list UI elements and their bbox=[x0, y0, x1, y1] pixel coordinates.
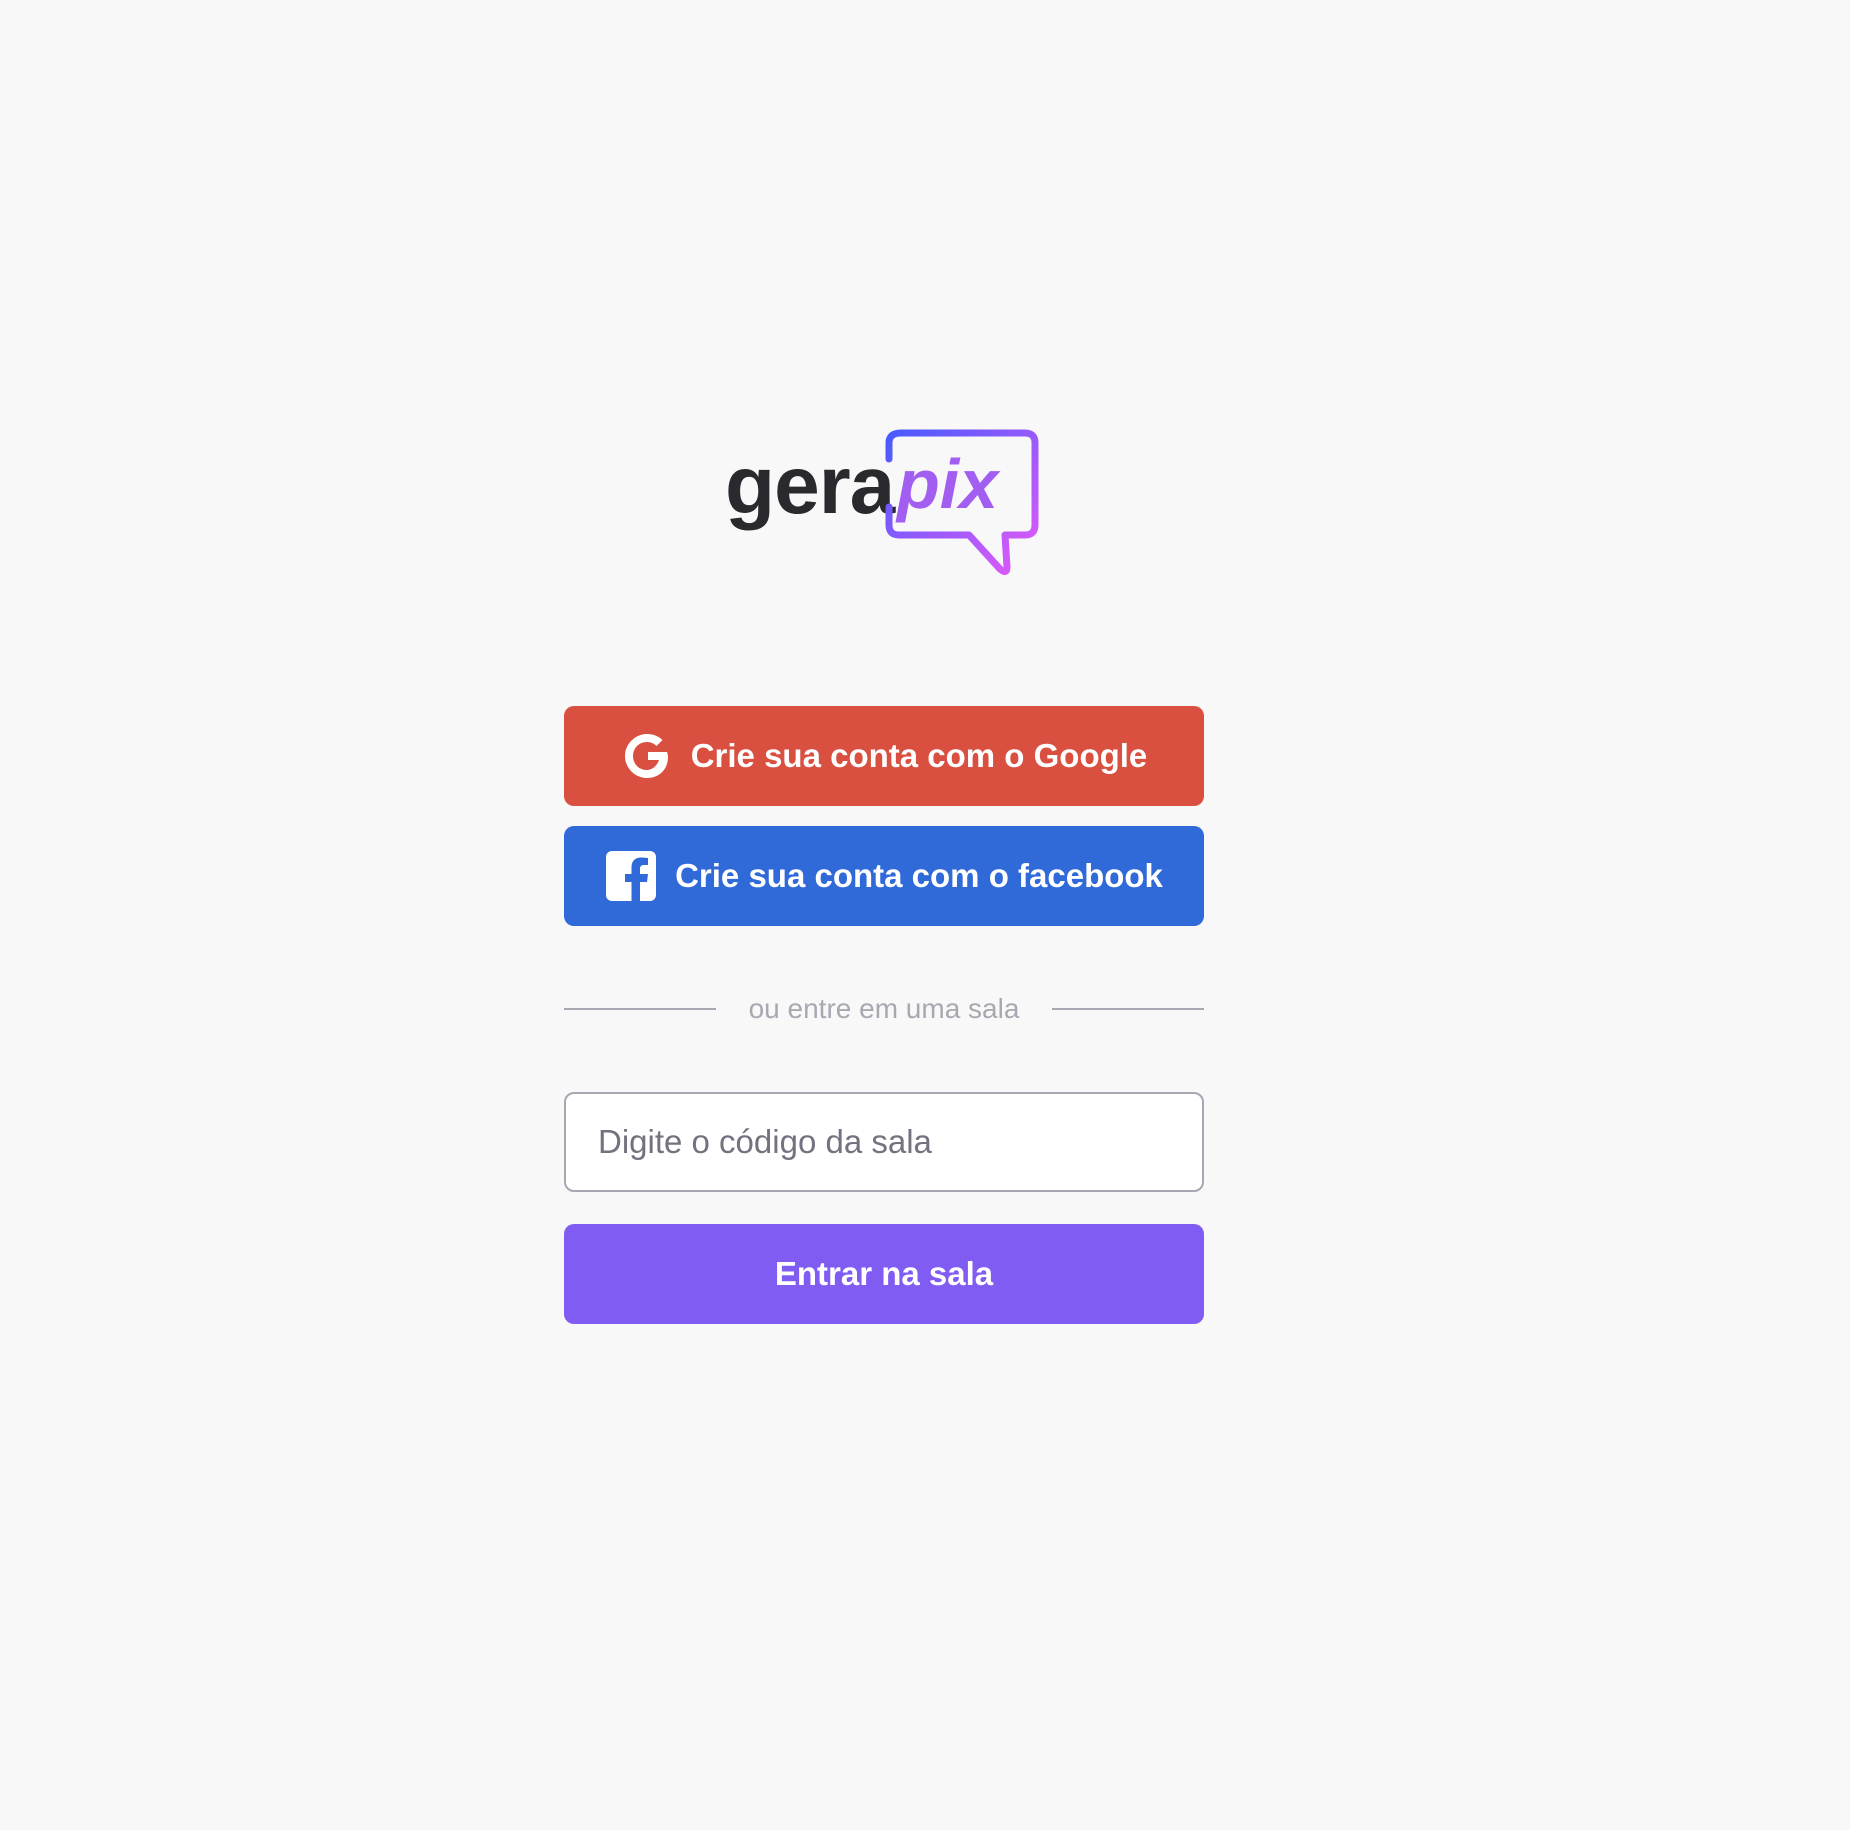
facebook-signup-button[interactable]: Crie sua conta com o facebook bbox=[564, 826, 1204, 926]
separator-line-right bbox=[1052, 1008, 1204, 1010]
separator: ou entre em uma sala bbox=[564, 992, 1204, 1026]
enter-room-button[interactable]: Entrar na sala bbox=[564, 1224, 1204, 1324]
landing-page: gera pix Crie sua conta com o Google Cri… bbox=[0, 0, 1850, 1830]
auth-panel: Crie sua conta com o Google Crie sua con… bbox=[564, 706, 1204, 1324]
google-icon bbox=[621, 730, 673, 782]
google-signup-button[interactable]: Crie sua conta com o Google bbox=[564, 706, 1204, 806]
separator-text: ou entre em uma sala bbox=[748, 993, 1020, 1024]
enter-room-label: Entrar na sala bbox=[774, 1255, 994, 1292]
google-signup-label: Crie sua conta com o Google bbox=[690, 737, 1148, 774]
facebook-signup-label: Crie sua conta com o facebook bbox=[675, 857, 1163, 894]
app-logo: gera pix bbox=[725, 425, 1040, 580]
separator-line-left bbox=[564, 1008, 716, 1010]
logo-word-pix: pix bbox=[897, 445, 999, 523]
logo-word-gera: gera bbox=[725, 440, 895, 531]
facebook-icon bbox=[605, 850, 657, 902]
room-code-input[interactable] bbox=[564, 1092, 1204, 1192]
